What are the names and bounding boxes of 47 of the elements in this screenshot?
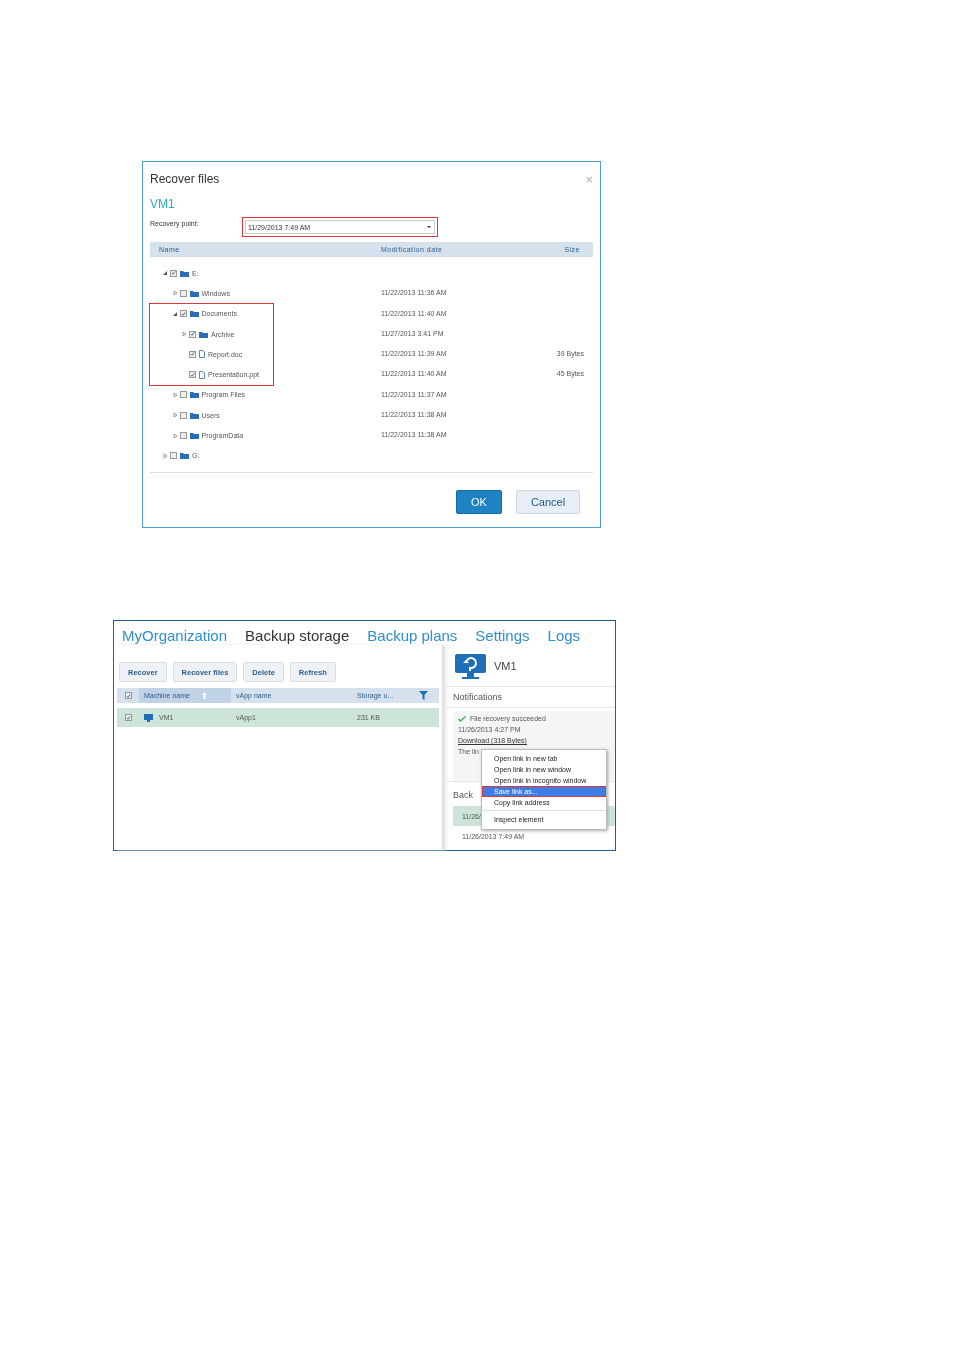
caret-icon	[426, 225, 432, 229]
sort-arrow-icon[interactable]	[201, 692, 207, 699]
machine-name: VM1	[150, 197, 175, 211]
nav-tab[interactable]: MyOrganization	[122, 626, 228, 644]
checkbox[interactable]	[124, 692, 132, 699]
expand-icon[interactable]	[171, 391, 178, 398]
checkbox[interactable]	[179, 391, 187, 399]
folder-icon	[189, 411, 199, 419]
folder-icon	[189, 391, 199, 399]
folder-icon	[189, 310, 199, 318]
checkbox[interactable]	[189, 350, 196, 358]
machine-title: VM1	[494, 660, 517, 672]
expand-icon[interactable]	[171, 412, 178, 419]
nav-tab[interactable]: Logs	[547, 626, 581, 644]
expand-icon[interactable]	[171, 290, 178, 297]
file-icon	[199, 350, 205, 359]
checkbox[interactable]	[179, 289, 187, 297]
checkbox[interactable]	[189, 330, 196, 338]
section-heading: Notifications	[443, 687, 615, 708]
filter-icon[interactable]	[419, 691, 428, 700]
checkbox[interactable]	[170, 269, 177, 277]
folder-icon	[189, 432, 199, 439]
monitor-icon	[455, 653, 486, 679]
checkbox[interactable]	[179, 310, 187, 318]
nav-tab[interactable]: Backup storage	[245, 626, 350, 644]
nav-tab[interactable]: Settings	[475, 626, 530, 644]
checkbox[interactable]	[179, 411, 187, 419]
monitor-icon	[144, 713, 153, 722]
checkbox[interactable]	[179, 432, 187, 439]
checkbox[interactable]	[170, 452, 177, 460]
expand-icon[interactable]	[181, 331, 187, 338]
expand-icon[interactable]	[162, 452, 168, 459]
ok-button[interactable]: OK	[456, 490, 502, 514]
expand-icon[interactable]	[171, 432, 178, 439]
nav-tab[interactable]: Backup plans	[367, 626, 458, 644]
check-icon	[458, 715, 466, 722]
folder-icon	[180, 452, 189, 460]
file-icon	[199, 370, 205, 379]
collapse-icon[interactable]	[171, 310, 178, 317]
folder-icon	[189, 289, 199, 297]
checkbox[interactable]	[124, 714, 132, 721]
checkbox[interactable]	[189, 371, 196, 379]
cancel-button[interactable]: Cancel	[516, 490, 580, 514]
dialog-title: Recover files	[150, 172, 220, 186]
folder-icon	[199, 330, 208, 338]
folder-icon	[180, 269, 189, 277]
collapse-icon[interactable]	[162, 270, 168, 277]
